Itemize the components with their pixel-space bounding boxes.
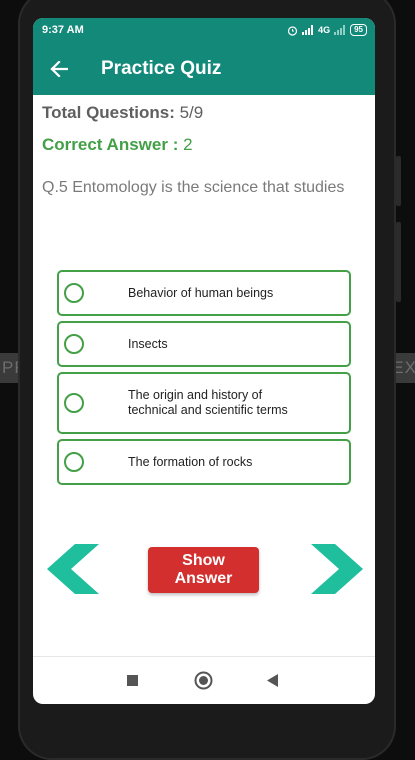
correct-answers-label: Correct Answer :	[42, 135, 179, 154]
radio-button[interactable]	[64, 334, 84, 354]
arrow-left-icon	[50, 60, 68, 77]
quiz-info: Total Questions: 5/9 Correct Answer : 2	[33, 95, 375, 155]
correct-answers: Correct Answer : 2	[42, 135, 366, 155]
page-title: Practice Quiz	[101, 57, 222, 79]
option-text-line: technical and scientific terms	[128, 403, 288, 417]
radio-button[interactable]	[64, 283, 84, 303]
radio-button[interactable]	[64, 393, 84, 413]
phone-side-button	[396, 156, 401, 206]
option-text: Behavior of human beings	[128, 286, 273, 301]
phone-volume-button	[396, 222, 401, 302]
app-screen: 9:37 AM 4G 95 Practice Quiz Total Questi…	[33, 18, 375, 704]
app-toolbar: Practice Quiz	[33, 42, 375, 95]
question-text: Q.5 Entomology is the science that studi…	[42, 179, 345, 196]
correct-answers-value: 2	[183, 135, 193, 154]
show-answer-button[interactable]: Show Answer	[148, 547, 259, 593]
home-icon[interactable]	[194, 671, 213, 690]
recents-icon[interactable]	[127, 675, 138, 686]
answer-options: Behavior of human beings Insects The ori…	[57, 270, 351, 490]
status-time: 9:37 AM	[42, 24, 84, 36]
status-bar: 9:37 AM 4G 95	[33, 18, 375, 42]
signal-icon	[302, 25, 314, 35]
total-questions: Total Questions: 5/9	[42, 103, 366, 123]
chevron-right-icon	[311, 544, 363, 594]
next-question-button[interactable]	[309, 544, 363, 594]
battery-indicator: 95	[350, 24, 367, 36]
total-questions-value: 5/9	[179, 103, 204, 122]
total-questions-label: Total Questions:	[42, 103, 175, 122]
alarm-icon	[287, 25, 298, 36]
back-nav-icon[interactable]	[267, 674, 278, 687]
previous-question-button[interactable]	[47, 544, 101, 594]
network-type: 4G	[318, 25, 331, 35]
option-text: The formation of rocks	[128, 455, 252, 470]
signal-secondary-icon	[334, 25, 346, 35]
option-text-line: The formation of rocks	[128, 454, 253, 469]
option-2[interactable]: Insects	[57, 321, 351, 367]
option-4[interactable]: The formation of rocks	[57, 439, 351, 485]
option-text: The origin and history of technical and …	[128, 388, 288, 418]
system-navigation-bar	[33, 657, 375, 704]
radio-button[interactable]	[64, 452, 84, 472]
status-icons: 4G 95	[287, 24, 367, 36]
option-text: Insects	[128, 337, 168, 352]
option-3[interactable]: The origin and history of technical and …	[57, 372, 351, 434]
option-text-line: Insects	[128, 336, 168, 351]
option-text-line: Behavior of human beings	[128, 285, 274, 300]
option-text-line: The origin and history of	[128, 388, 263, 402]
option-1[interactable]: Behavior of human beings	[57, 270, 351, 316]
back-button[interactable]	[33, 42, 85, 95]
chevron-left-icon	[47, 544, 99, 594]
